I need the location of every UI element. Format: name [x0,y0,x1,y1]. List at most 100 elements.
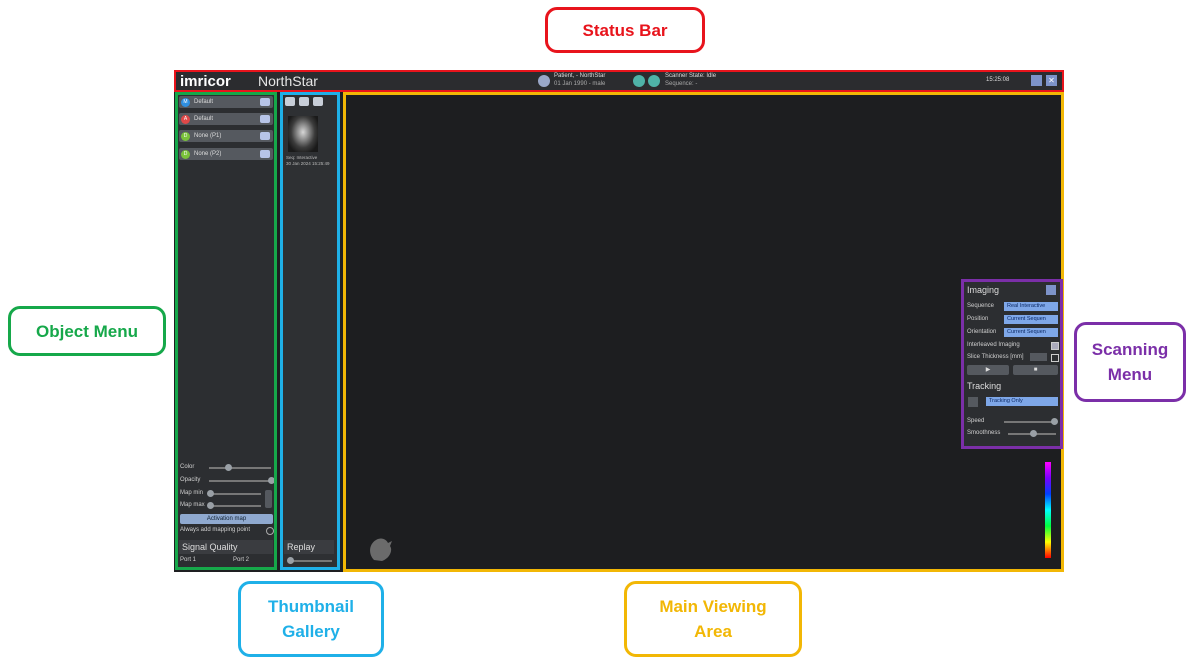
object-item-3[interactable]: D None (P1) [179,130,273,142]
color-scale-bar [1045,462,1051,558]
slice-thickness-checkbox[interactable] [1051,354,1059,362]
replay-label: Replay [287,542,316,552]
app-name: NorthStar [258,73,318,89]
object-label-4: None (P2) [194,151,222,157]
patient-line1: Patient, - NorthStar [554,73,606,79]
play-button[interactable]: ▶ [967,365,1009,375]
thumbnail-gallery-callout-line2: Gallery [282,622,340,641]
eye-icon[interactable] [260,98,270,106]
sequence-dropdown[interactable]: Real Interactive [1004,302,1058,311]
tracking-icon[interactable] [968,397,978,407]
main-viewing-area[interactable] [346,94,1062,568]
scanning-menu-callout-line1: Scanning [1091,340,1169,359]
smoothness-slider-knob[interactable] [1030,430,1037,437]
port1-label: Port 1 [180,557,197,563]
status-bar-callout-text: Status Bar [582,20,668,40]
map-max-slider[interactable] [209,505,261,507]
activation-map-label: Activation map [206,516,247,522]
object-label-2: Default [194,116,214,122]
object-item-4[interactable]: D None (P2) [179,148,273,160]
clock: 15:25:08 [986,77,1010,83]
interleaved-checkbox[interactable] [1051,342,1059,350]
close-icon[interactable]: ✕ [1046,75,1057,86]
signal-quality-header: Signal Quality [179,540,273,554]
object-menu-callout: Object Menu [8,306,166,356]
speed-slider[interactable] [1004,421,1056,423]
window-button-icon[interactable] [1031,75,1042,86]
stop-button[interactable]: ■ [1013,365,1058,375]
orientation-dropdown[interactable]: Current Sequen [1004,328,1058,337]
main-viewing-callout-line2: Area [694,622,732,641]
gallery-button-1[interactable] [285,97,295,106]
always-add-checkbox[interactable] [266,527,274,535]
orientation-value: Current Sequen [1007,329,1046,335]
thumbnail-caption-line2: 30 Jan 2024 15:25:49 [286,161,330,166]
replay-header: Replay [284,540,334,554]
orientation-label: Orientation [967,329,997,335]
object-item-2[interactable]: A Default [179,113,273,125]
eye-icon[interactable] [260,132,270,140]
speed-slider-knob[interactable] [1051,418,1058,425]
opacity-label: Opacity [180,477,201,483]
replay-slider-knob[interactable] [287,557,294,564]
status-bar-callout: Status Bar [545,7,705,53]
sequence-label: Sequence [967,303,995,309]
gallery-button-2[interactable] [299,97,309,106]
thumbnail-gallery-callout: Thumbnail Gallery [238,581,384,657]
port2-label: Port 2 [233,557,250,563]
object-item-1[interactable]: M Default [179,96,273,108]
imaging-title: Imaging [967,285,1000,295]
main-viewing-callout-line1: Main Viewing [659,597,767,616]
activation-map-button[interactable]: Activation map [180,514,273,524]
tracking-value: Tracking Only [989,398,1023,404]
eye-icon[interactable] [260,150,270,158]
color-slider-knob[interactable] [225,464,232,471]
object-label-1: Default [194,99,214,105]
patient-line2: 01 Jan 1990 - male [554,81,606,87]
map-min-slider[interactable] [209,493,261,495]
interleaved-label: Interleaved Imaging [967,342,1020,348]
map-min-slider-knob[interactable] [207,490,214,497]
thumbnail-gallery: Seq: Interactive 30 Jan 2024 15:25:49 Re… [282,94,338,568]
scanning-menu: Imaging Sequence Real Interactive Positi… [964,282,1060,446]
tracking-title: Tracking [967,381,1002,391]
map-max-slider-knob[interactable] [207,502,214,509]
always-add-label: Always add mapping point [180,527,251,533]
eye-icon[interactable] [260,115,270,123]
status-bar: imricor NorthStar Patient, - NorthStar 0… [174,70,1064,92]
sequence-status: Sequence: - [665,81,698,87]
smoothness-label: Smoothness [967,430,1001,436]
speed-label: Speed [967,418,985,424]
color-label: Color [180,464,195,470]
object-badge-1: M [181,97,190,107]
map-min-label: Map min [180,490,204,496]
scanning-menu-callout-line2: Menu [1107,365,1153,384]
object-badge-3: D [181,131,190,141]
northstar-app-window: imricor NorthStar Patient, - NorthStar 0… [174,70,1064,572]
tracking-dropdown[interactable]: Tracking Only [986,397,1058,406]
main-viewing-callout: Main Viewing Area [624,581,802,657]
opacity-slider-knob[interactable] [268,477,275,484]
scanner-icon-2 [648,75,660,87]
patient-icon [538,75,550,87]
replay-slider[interactable] [288,560,332,562]
map-max-label: Map max [180,502,205,508]
scanner-icon-1 [633,75,645,87]
signal-quality-label: Signal Quality [182,542,238,552]
slice-thickness-label: Slice Thickness [mm] [967,354,1024,360]
position-value: Current Sequen [1007,316,1046,322]
position-dropdown[interactable]: Current Sequen [1004,315,1058,324]
imricor-logo: imricor [180,73,231,90]
slice-thickness-input[interactable] [1030,353,1047,361]
heart-orientation-icon [370,538,392,561]
object-label-3: None (P1) [194,133,222,139]
gallery-button-3[interactable] [313,97,323,106]
scanning-menu-callout: Scanning Menu [1074,322,1186,402]
map-range-button[interactable] [265,490,272,508]
search-icon[interactable] [1046,285,1056,295]
thumbnail-gallery-callout-line1: Thumbnail [268,597,354,616]
mri-thumbnail-image[interactable] [288,116,318,152]
object-badge-2: A [181,114,190,124]
opacity-slider[interactable] [209,480,271,482]
color-slider[interactable] [209,467,271,469]
